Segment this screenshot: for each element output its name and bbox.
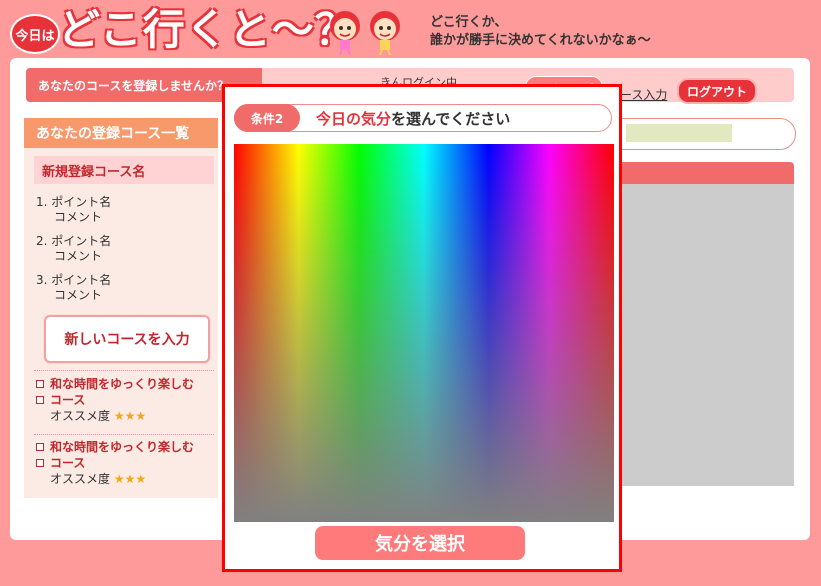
course-rating: オススメ度 ★★★	[34, 408, 214, 424]
new-course-title: 新規登録コース名	[34, 156, 214, 184]
condition-badge: 条件2	[234, 104, 300, 132]
tagline: どこ行くか、 誰かが勝手に決めてくれないかなぁ〜	[430, 14, 651, 50]
point-number: 1.	[36, 195, 48, 209]
condition-rest: を選んでください	[391, 110, 511, 128]
point-name: ポイント名	[51, 234, 112, 248]
tagline-line2: 誰かが勝手に決めてくれないかなぁ〜	[430, 33, 651, 48]
course-item[interactable]: 和な時間をゆっくり楽しむ コース オススメ度 ★★★	[34, 439, 214, 487]
point-item: 3. ポイント名 コメント	[36, 273, 111, 303]
mood-color-palette[interactable]	[234, 144, 614, 522]
select-mood-button[interactable]: 気分を選択	[315, 526, 525, 560]
site-logo-title[interactable]: どこ行くと〜？	[58, 6, 358, 54]
star-rating-icon: ★★★	[113, 409, 147, 423]
condition-prompt: 今日の気分を選んでください	[316, 108, 510, 129]
point-number: 3.	[36, 273, 48, 287]
new-course-button[interactable]: 新しいコースを入力	[44, 315, 210, 363]
mascot-girl-icon	[330, 11, 360, 56]
course-rating: オススメ度 ★★★	[34, 471, 214, 487]
logout-button[interactable]: ログアウト	[677, 78, 757, 104]
star-rating-icon: ★★★	[113, 472, 147, 486]
point-name: ポイント名	[51, 273, 112, 287]
tagline-line1: どこ行くか、	[430, 15, 508, 30]
point-comment: コメント	[54, 249, 103, 263]
point-number: 2.	[36, 234, 48, 248]
right-progress-bar	[626, 124, 732, 142]
course-title-line1[interactable]: 和な時間をゆっくり楽しむ	[34, 376, 214, 392]
sidebar-heading: あなたの登録コース一覧	[24, 118, 218, 148]
rating-label: オススメ度	[50, 472, 111, 486]
divider	[34, 434, 214, 435]
condition-highlight: 今日の気分	[316, 110, 392, 128]
point-name: ポイント名	[51, 195, 112, 209]
course-title-line2[interactable]: コース	[34, 392, 214, 408]
course-title-line2[interactable]: コース	[34, 455, 214, 471]
point-item: 1. ポイント名 コメント	[36, 195, 111, 225]
mascot-boy-icon	[370, 11, 400, 56]
course-item[interactable]: 和な時間をゆっくり楽しむ コース オススメ度 ★★★	[34, 376, 214, 424]
rating-label: オススメ度	[50, 409, 111, 423]
point-comment: コメント	[54, 210, 103, 224]
course-title-line1[interactable]: 和な時間をゆっくり楽しむ	[34, 439, 214, 455]
divider	[34, 370, 214, 371]
point-item: 2. ポイント名 コメント	[36, 234, 111, 264]
point-comment: コメント	[54, 288, 103, 302]
right-panel-header	[600, 162, 794, 184]
right-map-area	[600, 184, 794, 486]
today-badge: 今日は	[10, 14, 60, 54]
